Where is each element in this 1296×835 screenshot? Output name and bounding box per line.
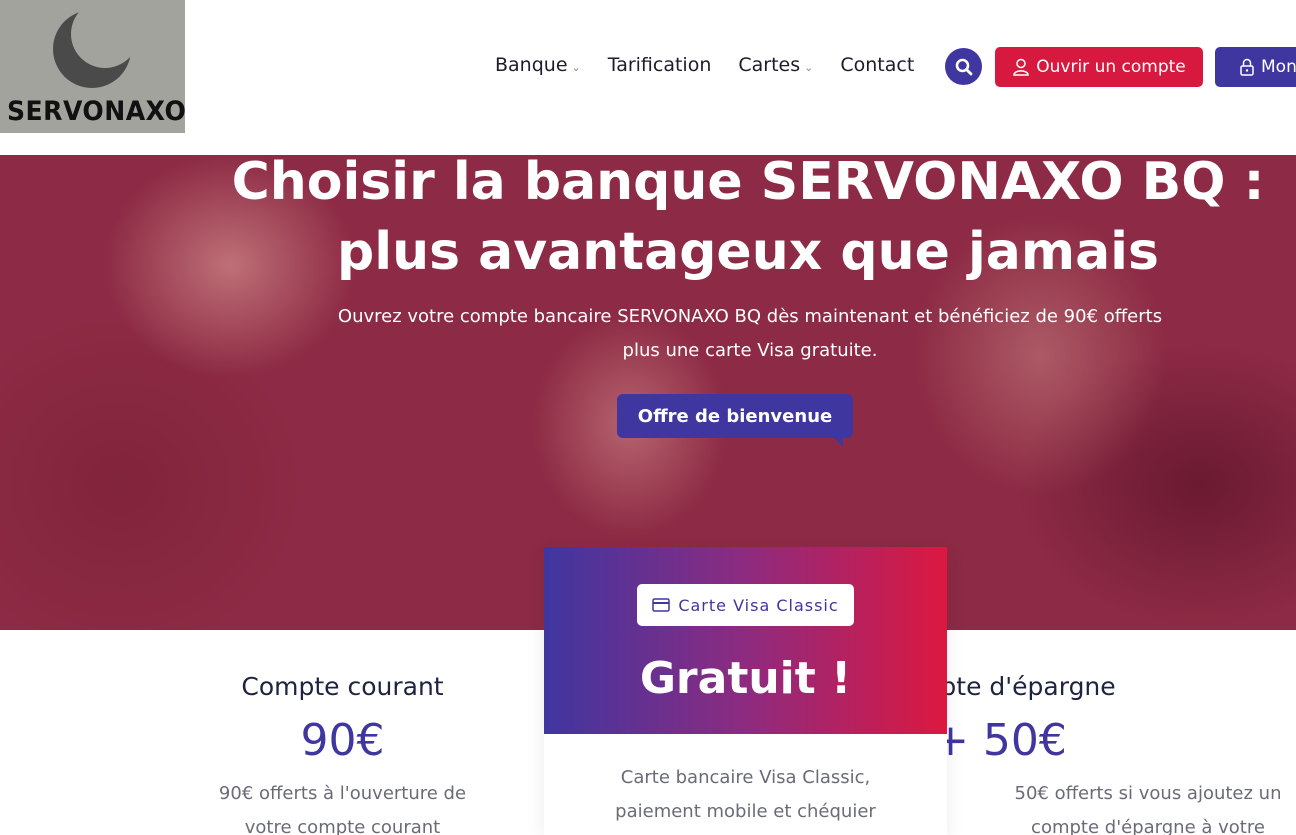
user-icon bbox=[1013, 58, 1030, 76]
my-account-button[interactable]: Mon bbox=[1215, 47, 1296, 87]
chevron-down-icon: ⌄ bbox=[571, 60, 581, 74]
badge-label: Carte Visa Classic bbox=[678, 595, 839, 615]
nav-item-label: Banque bbox=[495, 54, 568, 76]
logo-text: SERVONAXO bbox=[7, 96, 187, 127]
chevron-down-icon: ⌄ bbox=[804, 60, 814, 74]
search-icon bbox=[955, 58, 972, 75]
card-description: Carte bancaire Visa Classic, paiement mo… bbox=[615, 767, 876, 822]
main-nav: Banque ⌄ Tarification Cartes ⌄ Contact bbox=[495, 54, 941, 76]
open-account-label: Ouvrir un compte bbox=[1036, 57, 1186, 77]
nav-item-label: Tarification bbox=[607, 54, 712, 76]
savings-account-card: Compte d'épargne + 50€ 50€ offerts si vo… bbox=[883, 630, 1296, 835]
site-header: SERVONAXO Banque ⌄ Tarification Cartes ⌄… bbox=[0, 0, 1296, 155]
logo[interactable]: SERVONAXO bbox=[0, 0, 187, 133]
open-account-button[interactable]: Ouvrir un compte bbox=[995, 47, 1203, 87]
nav-item-banque[interactable]: Banque ⌄ bbox=[495, 54, 581, 76]
visa-card-offer: Carte Visa Classic Gratuit ! Carte banca… bbox=[544, 547, 947, 835]
welcome-offer-button[interactable]: Offre de bienvenue bbox=[617, 394, 853, 447]
visa-card-header: Carte Visa Classic Gratuit ! bbox=[544, 547, 947, 734]
hero-title: Choisir la banque SERVONAXO BQ : plus av… bbox=[231, 155, 1265, 282]
nav-item-tarification[interactable]: Tarification bbox=[608, 54, 712, 76]
nav-item-contact[interactable]: Contact bbox=[840, 54, 914, 76]
card-title: Compte courant bbox=[241, 672, 444, 701]
moon-logo-icon bbox=[53, 8, 132, 88]
card-description: 50€ offerts si vous ajoutez un compte d'… bbox=[1014, 783, 1282, 835]
card-price: 90€ bbox=[300, 715, 385, 766]
lock-icon bbox=[1240, 58, 1254, 76]
card-price: Gratuit ! bbox=[639, 653, 852, 704]
credit-card-icon bbox=[652, 598, 671, 612]
hero-subtitle: Ouvrez votre compte bancaire SERVONAXO B… bbox=[337, 306, 1163, 361]
card-description: 90€ offerts à l'ouverture de votre compt… bbox=[218, 783, 467, 835]
my-account-label: Mon bbox=[1261, 57, 1296, 77]
current-account-card: Compte courant 90€ 90€ offerts à l'ouver… bbox=[141, 630, 544, 835]
nav-item-label: Cartes bbox=[738, 54, 801, 76]
nav-item-label: Contact bbox=[840, 54, 915, 76]
visa-classic-badge: Carte Visa Classic bbox=[637, 584, 854, 626]
nav-item-cartes[interactable]: Cartes ⌄ bbox=[738, 54, 813, 76]
welcome-offer-label: Offre de bienvenue bbox=[637, 405, 833, 427]
search-button[interactable] bbox=[945, 48, 982, 85]
